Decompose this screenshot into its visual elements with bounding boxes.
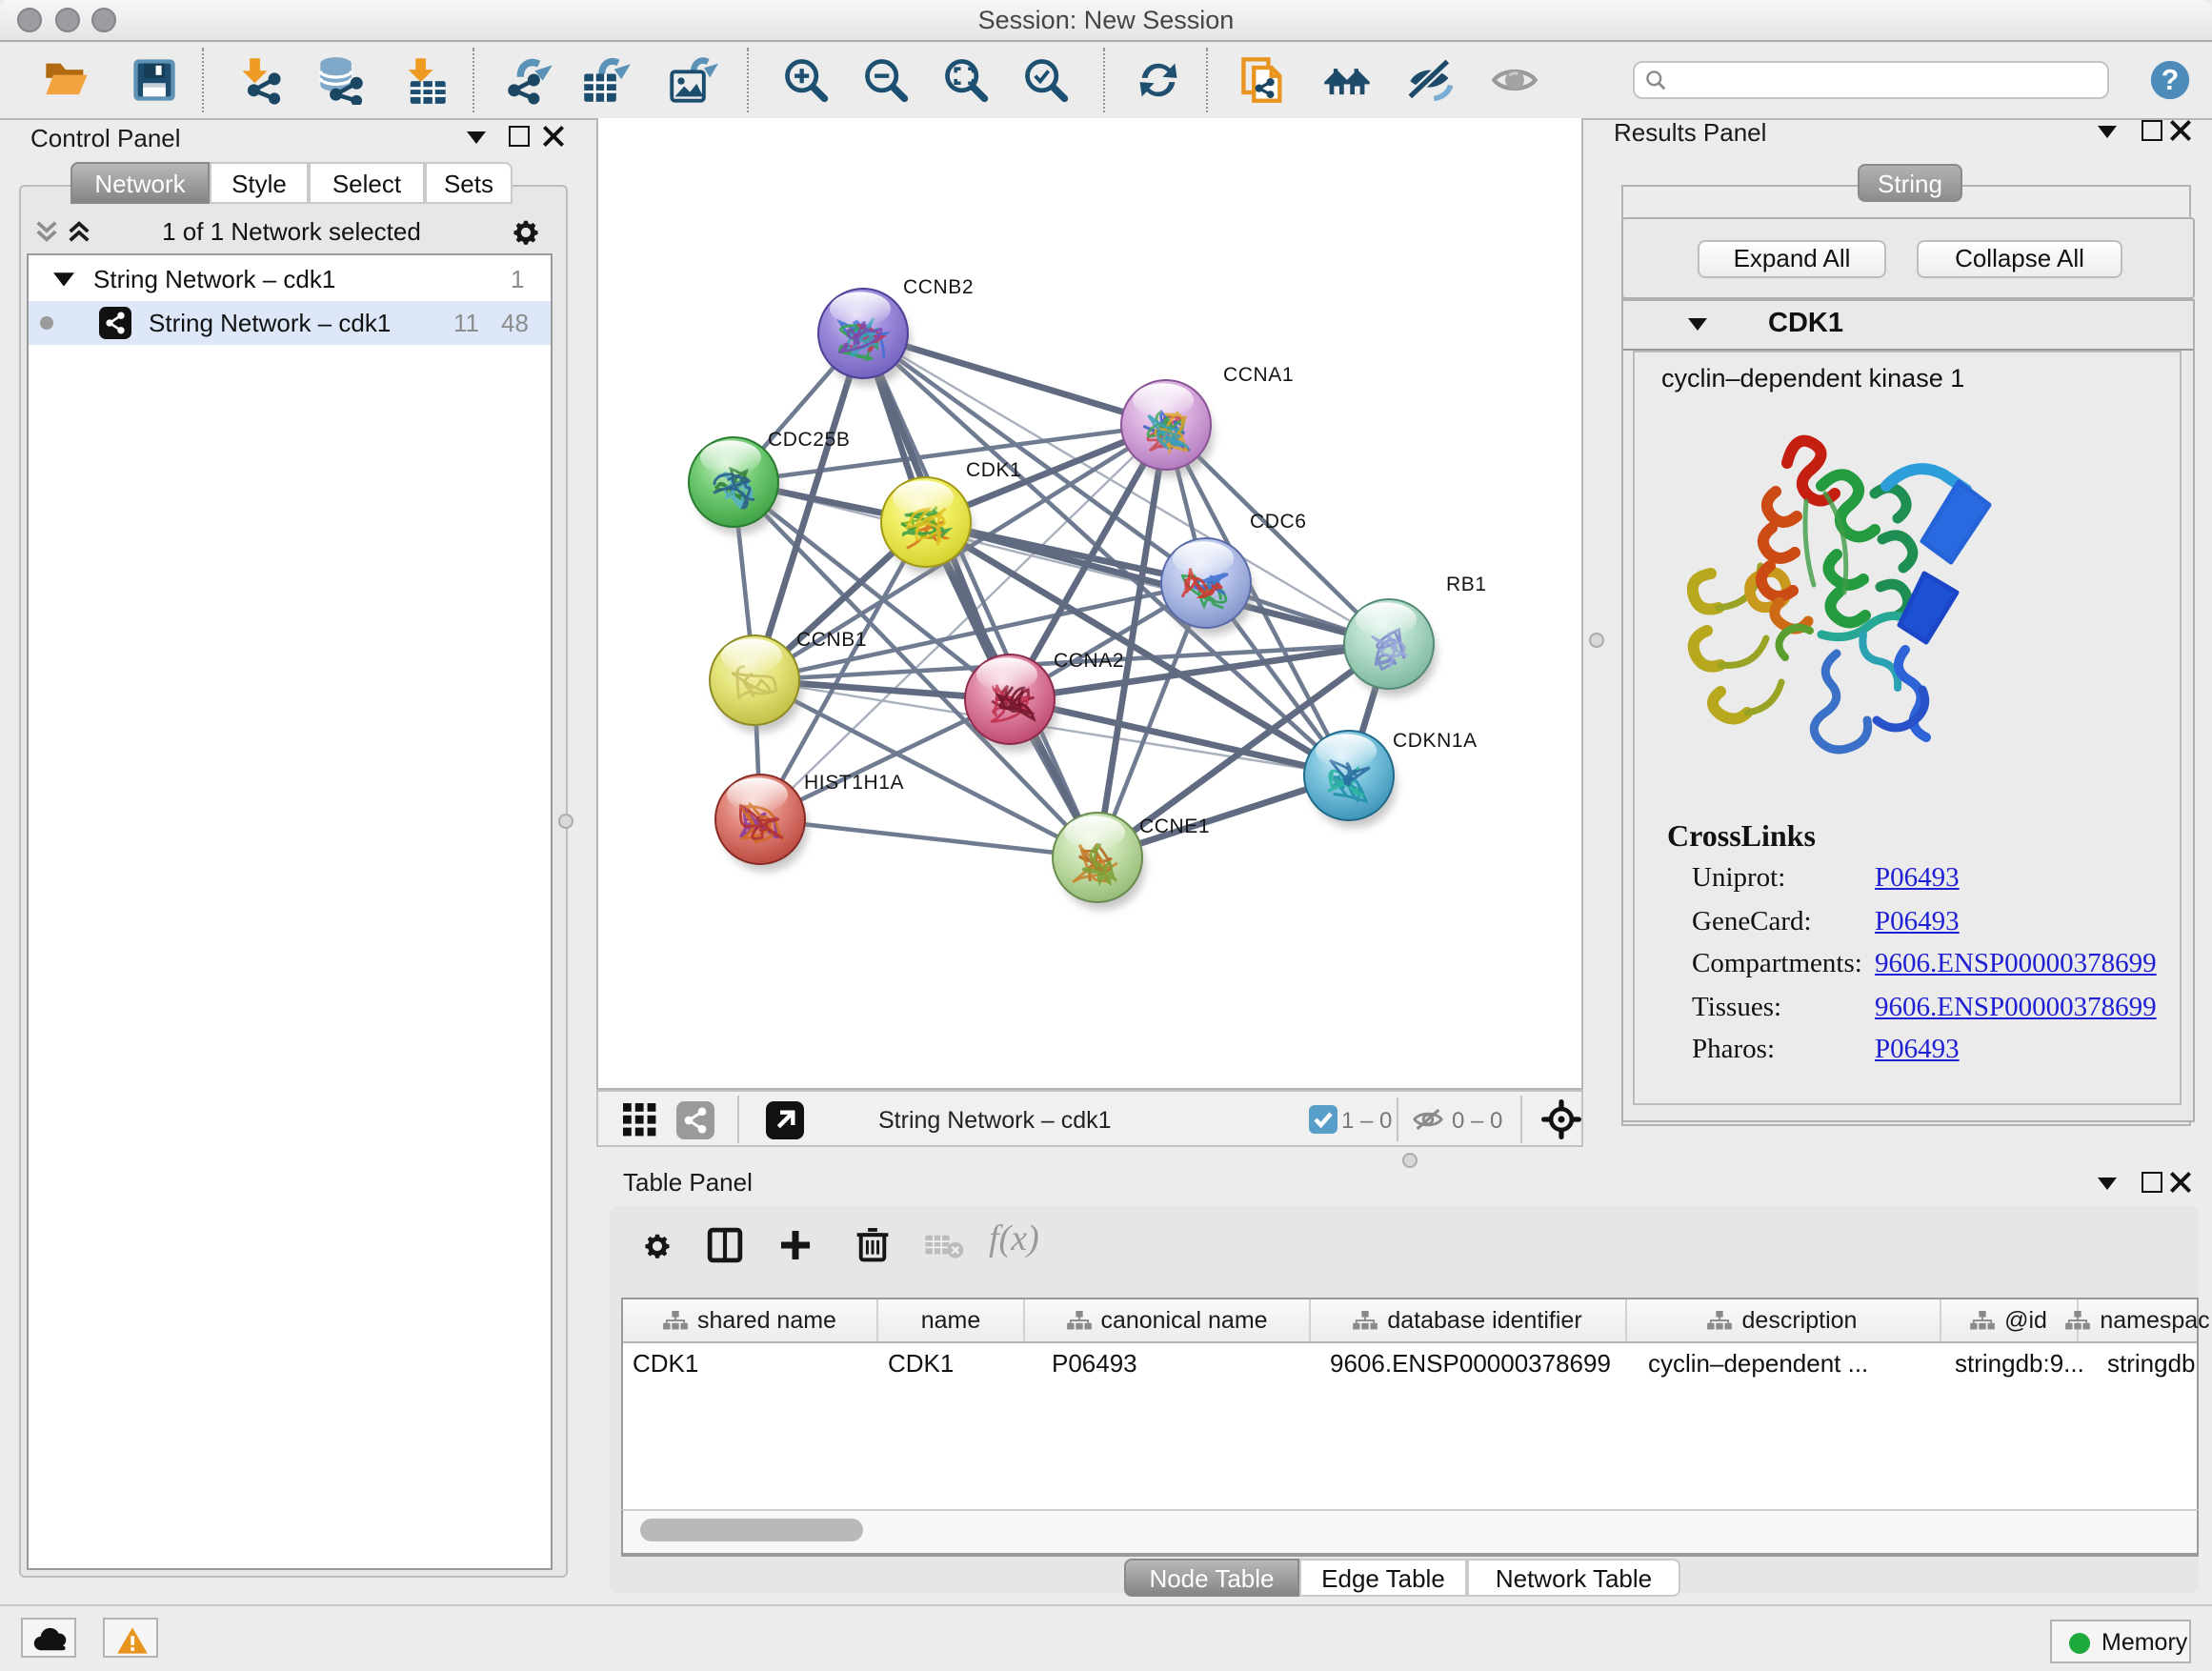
svg-text:CDC6: CDC6 <box>1250 511 1307 533</box>
svg-text:CCNE1: CCNE1 <box>1139 815 1210 837</box>
svg-text:CDKN1A: CDKN1A <box>1393 730 1478 752</box>
svg-text:RB1: RB1 <box>1446 574 1487 595</box>
svg-text:?: ? <box>2162 65 2179 96</box>
svg-text:HIST1H1A: HIST1H1A <box>804 772 904 794</box>
svg-text:CCNA1: CCNA1 <box>1223 364 1294 386</box>
svg-text:CCNB1: CCNB1 <box>796 629 867 651</box>
svg-text:CDK1: CDK1 <box>966 459 1021 481</box>
svg-text:CCNA2: CCNA2 <box>1054 650 1124 672</box>
svg-text:CDC25B: CDC25B <box>768 429 850 451</box>
svg-text:CCNB2: CCNB2 <box>903 276 974 298</box>
